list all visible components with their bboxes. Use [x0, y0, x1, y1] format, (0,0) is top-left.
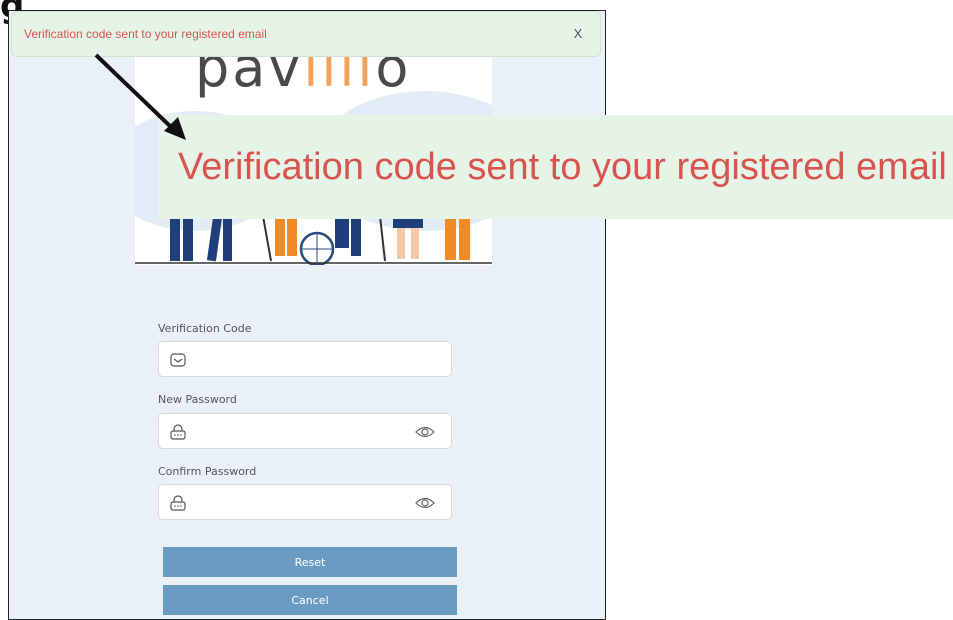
new-password-label: New Password	[158, 393, 237, 406]
cancel-button[interactable]: Cancel	[163, 585, 457, 615]
reset-password-panel: paviiiio Verification Code New Password …	[8, 10, 606, 620]
mail-icon	[169, 351, 187, 369]
new-password-field[interactable]	[158, 413, 452, 449]
confirm-password-field[interactable]	[158, 484, 452, 520]
confirm-password-label: Confirm Password	[158, 465, 257, 478]
zoomed-toast-message: Verification code sent to your registere…	[178, 145, 947, 188]
verification-code-field[interactable]	[158, 341, 452, 377]
close-icon[interactable]: X	[570, 26, 586, 41]
eye-icon[interactable]	[415, 424, 435, 440]
reset-button[interactable]: Reset	[163, 547, 457, 577]
verification-code-label: Verification Code	[158, 322, 252, 335]
toast-message: Verification code sent to your registere…	[24, 27, 267, 41]
eye-icon[interactable]	[415, 495, 435, 511]
notification-toast: Verification code sent to your registere…	[11, 11, 601, 57]
lock-icon	[169, 494, 187, 512]
lock-icon	[169, 423, 187, 441]
zoomed-toast-callout: Verification code sent to your registere…	[158, 115, 953, 219]
